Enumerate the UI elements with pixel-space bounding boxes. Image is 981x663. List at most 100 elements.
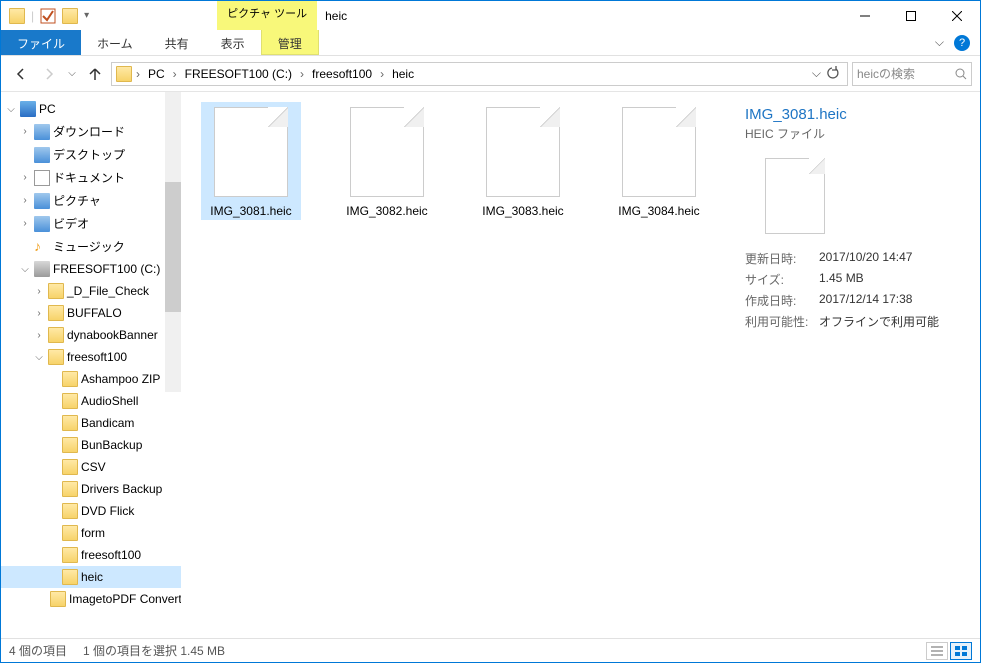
file-item[interactable]: IMG_3081.heic (201, 102, 301, 220)
tree-folder[interactable]: dynabookBanner (67, 328, 158, 342)
folder-icon (62, 415, 78, 431)
details-modified-label: 更新日時: (745, 250, 819, 267)
folder-icon (48, 349, 64, 365)
status-selection: 1 個の項目を選択 1.45 MB (83, 642, 225, 659)
quick-dropdown-icon[interactable]: ▾ (84, 10, 89, 21)
search-placeholder: heicの検索 (857, 65, 915, 82)
caret-icon[interactable]: › (33, 330, 45, 341)
breadcrumb-drive[interactable]: FREESOFT100 (C:) (181, 65, 296, 83)
folder-icon (48, 327, 64, 343)
folder-icon (62, 503, 78, 519)
back-button[interactable] (9, 62, 33, 86)
minimize-button[interactable] (842, 1, 888, 30)
caret-icon[interactable]: ⌵ (19, 264, 31, 275)
file-tab[interactable]: ファイル (1, 30, 81, 55)
breadcrumb-sep-icon[interactable]: › (298, 67, 306, 81)
file-list[interactable]: IMG_3081.heic IMG_3082.heic IMG_3083.hei… (181, 92, 729, 638)
tree-folder[interactable]: BunBackup (81, 438, 142, 452)
file-icon (350, 107, 424, 197)
caret-icon[interactable]: ⌵ (33, 352, 45, 363)
details-type: HEIC ファイル (745, 125, 964, 142)
caret-icon[interactable]: › (33, 286, 45, 297)
refresh-icon[interactable] (825, 66, 839, 80)
status-count: 4 個の項目 (9, 642, 67, 659)
checkbox-icon[interactable] (40, 8, 56, 24)
folder-icon (50, 591, 66, 607)
details-title: IMG_3081.heic (745, 106, 964, 123)
file-item[interactable]: IMG_3083.heic (473, 102, 573, 220)
file-icon (214, 107, 288, 197)
tree-scrollbar-thumb[interactable] (165, 182, 181, 312)
tree-folder[interactable]: freesoft100 (81, 548, 141, 562)
details-availability-value: オフラインで利用可能 (819, 313, 939, 330)
details-availability-label: 利用可能性: (745, 313, 819, 330)
tree-folder[interactable]: Ashampoo ZIP (81, 372, 160, 386)
tree-downloads[interactable]: ダウンロード (53, 123, 125, 140)
tree-desktop[interactable]: デスクトップ (53, 146, 125, 163)
music-icon: ♪ (34, 239, 50, 255)
file-icon (486, 107, 560, 197)
file-item[interactable]: IMG_3084.heic (609, 102, 709, 220)
caret-icon[interactable]: › (19, 195, 31, 206)
recent-dropdown-icon[interactable]: ⌵ (65, 62, 79, 86)
tree-folder[interactable]: DVD Flick (81, 504, 134, 518)
tree-folder[interactable]: ImagetoPDF Convert (69, 592, 181, 606)
tree-videos[interactable]: ビデオ (53, 215, 89, 232)
file-item[interactable]: IMG_3082.heic (337, 102, 437, 220)
tree-music[interactable]: ミュージック (53, 238, 125, 255)
forward-button[interactable] (37, 62, 61, 86)
caret-icon[interactable]: › (19, 218, 31, 229)
tree-folder-heic[interactable]: heic (81, 570, 103, 584)
details-size-value: 1.45 MB (819, 271, 864, 288)
close-button[interactable] (934, 1, 980, 30)
navigation-tree[interactable]: ⌵ PC › ダウンロード デスクトップ › ドキュメント › ピクチャ › ビデオ ♪ミ… (1, 92, 181, 638)
contextual-tool-tab: ピクチャ ツール (217, 1, 317, 30)
tree-documents[interactable]: ドキュメント (53, 169, 125, 186)
caret-icon[interactable]: ⌵ (5, 104, 17, 115)
help-icon[interactable]: ? (954, 35, 970, 51)
address-dropdown-icon[interactable]: ⌵ (812, 66, 821, 81)
folder-icon (62, 481, 78, 497)
folder-app-icon (9, 8, 25, 24)
title-bar: | ▾ ピクチャ ツール heic (1, 1, 980, 30)
breadcrumb[interactable]: › PC › FREESOFT100 (C:) › freesoft100 › … (111, 62, 848, 86)
up-button[interactable] (83, 62, 107, 86)
tree-folder[interactable]: AudioShell (81, 394, 138, 408)
file-label: IMG_3081.heic (201, 202, 301, 220)
ribbon: ファイル ホーム 共有 表示 管理 ⌵ ? (1, 30, 980, 56)
breadcrumb-folder2[interactable]: heic (388, 65, 418, 83)
tab-home[interactable]: ホーム (81, 30, 149, 55)
folder-icon (62, 393, 78, 409)
tree-folder[interactable]: Drivers Backup (81, 482, 162, 496)
tab-manage[interactable]: 管理 (261, 30, 319, 55)
quick-divider: | (31, 9, 34, 23)
tree-folder[interactable]: Bandicam (81, 416, 134, 430)
tree-folder[interactable]: BUFFALO (67, 306, 122, 320)
breadcrumb-sep-icon[interactable]: › (171, 67, 179, 81)
breadcrumb-folder1[interactable]: freesoft100 (308, 65, 376, 83)
caret-icon[interactable]: › (19, 172, 31, 183)
caret-icon[interactable]: › (19, 126, 31, 137)
breadcrumb-pc[interactable]: PC (144, 65, 169, 83)
window-title: heic (317, 1, 842, 30)
tree-pc[interactable]: PC (39, 102, 56, 116)
expand-ribbon-icon[interactable]: ⌵ (935, 35, 944, 50)
details-modified-value: 2017/10/20 14:47 (819, 250, 912, 267)
view-icons-button[interactable] (950, 642, 972, 660)
caret-icon[interactable]: › (33, 308, 45, 319)
search-input[interactable]: heicの検索 (852, 62, 972, 86)
view-details-button[interactable] (926, 642, 948, 660)
tree-folder[interactable]: freesoft100 (67, 350, 127, 364)
maximize-button[interactable] (888, 1, 934, 30)
tab-share[interactable]: 共有 (149, 30, 205, 55)
tree-pictures[interactable]: ピクチャ (53, 192, 101, 209)
file-label: IMG_3083.heic (473, 202, 573, 220)
breadcrumb-sep-icon[interactable]: › (378, 67, 386, 81)
quick-folder-icon[interactable] (62, 8, 78, 24)
tree-drive[interactable]: FREESOFT100 (C:) (53, 262, 160, 276)
tab-view[interactable]: 表示 (205, 30, 261, 55)
breadcrumb-sep-icon[interactable]: › (134, 67, 142, 81)
tree-folder[interactable]: _D_File_Check (67, 284, 149, 298)
tree-folder[interactable]: form (81, 526, 105, 540)
tree-folder[interactable]: CSV (81, 460, 106, 474)
